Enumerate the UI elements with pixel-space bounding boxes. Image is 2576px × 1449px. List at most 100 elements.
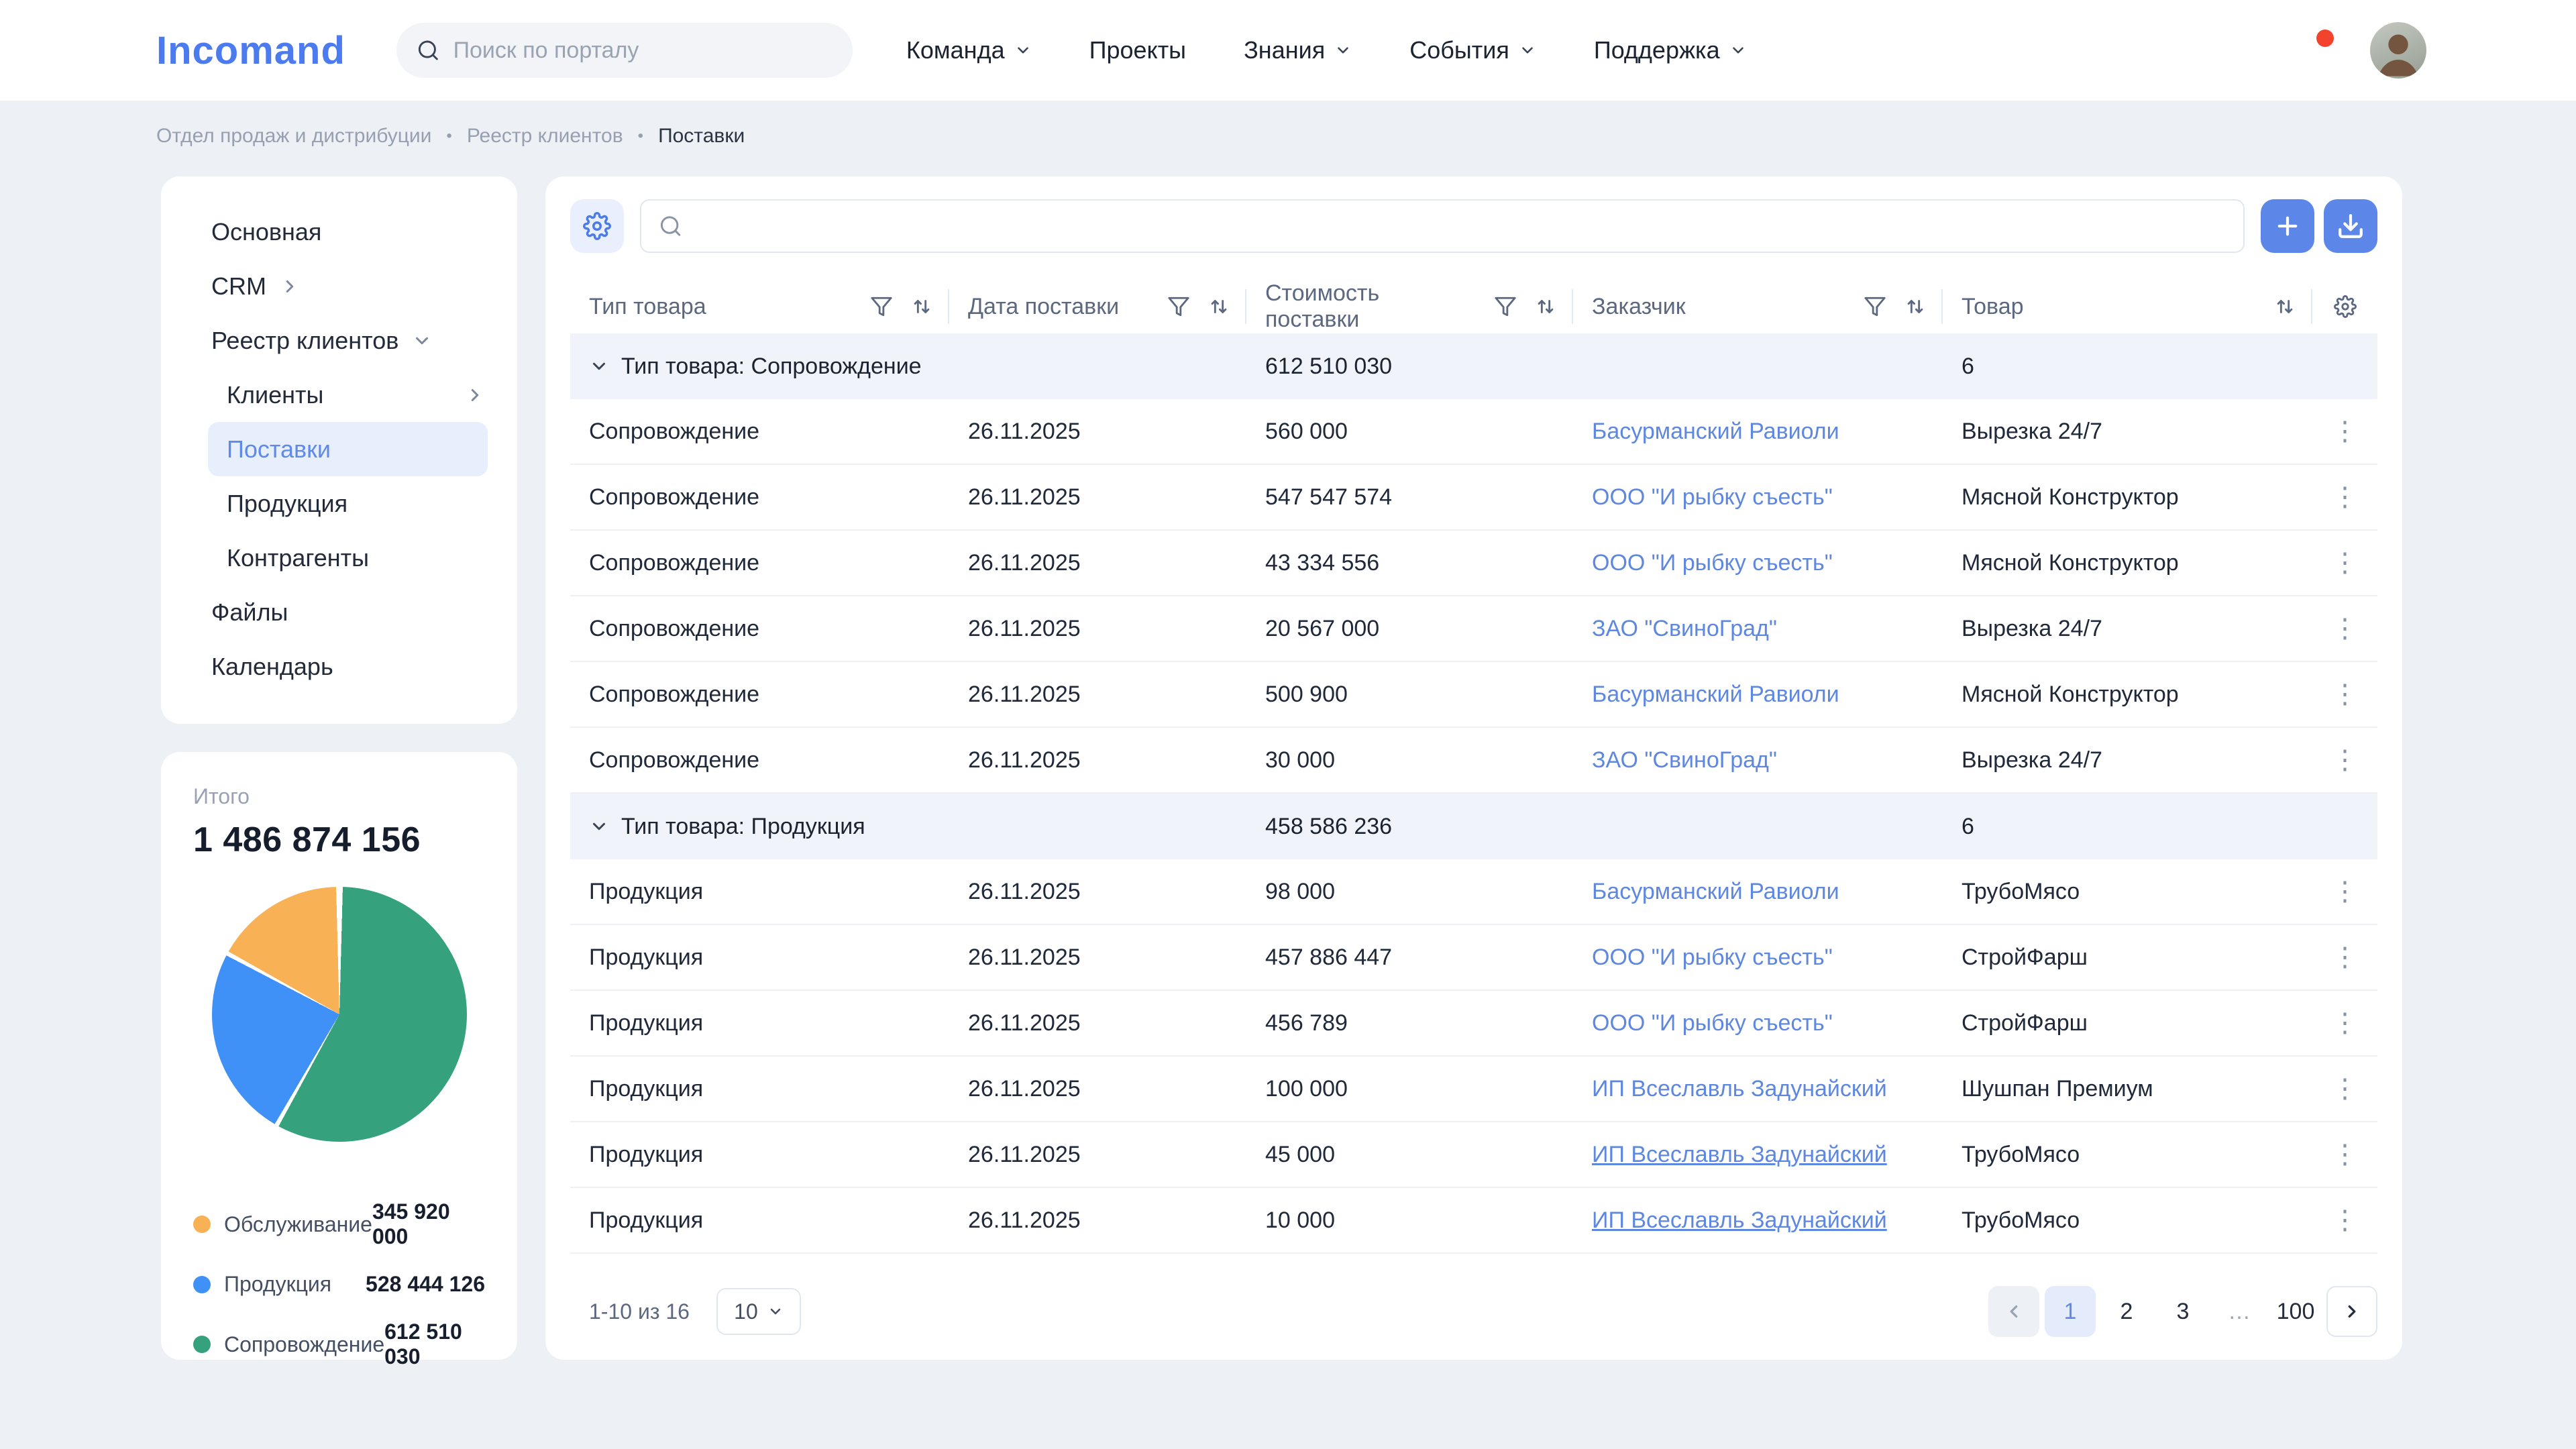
sort-icon[interactable] [1904, 295, 1927, 318]
page-size-select[interactable]: 10 [716, 1288, 801, 1335]
export-button[interactable] [2324, 199, 2377, 253]
breadcrumb-current: Поставки [658, 125, 745, 147]
table-search-input[interactable] [694, 213, 2226, 239]
legend-swatch-support [193, 1336, 211, 1353]
page-button-3[interactable]: 3 [2157, 1286, 2208, 1337]
customer-link[interactable]: ООО "И рыбку съесть" [1592, 1010, 1833, 1036]
table-row[interactable]: Продукция 26.11.2025 10 000 ИП Всеславль… [570, 1188, 2377, 1254]
nav-item-support[interactable]: Поддержка [1594, 36, 1747, 64]
group-row-support[interactable]: Тип товара: Сопровождение 612 510 030 6 [570, 333, 2377, 399]
gear-icon[interactable] [2334, 295, 2357, 318]
table-row[interactable]: Сопровождение 26.11.2025 560 000 Басурма… [570, 399, 2377, 465]
breadcrumb-separator: • [446, 127, 452, 145]
customer-link[interactable]: ООО "И рыбку съесть" [1592, 484, 1833, 510]
sidebar-item-crm[interactable]: CRM [161, 259, 517, 313]
sidebar-item-counterparties[interactable]: Контрагенты [161, 531, 517, 585]
filter-icon[interactable] [1494, 295, 1517, 318]
group-count: 6 [1962, 813, 1974, 839]
notifications-button[interactable] [2296, 30, 2334, 68]
table-row[interactable]: Продукция 26.11.2025 456 789 ООО "И рыбк… [570, 991, 2377, 1057]
gear-icon [583, 212, 611, 240]
pie-chart [211, 887, 467, 1142]
table-row[interactable]: Продукция 26.11.2025 457 886 447 ООО "И … [570, 925, 2377, 991]
top-bar: Incomand Команда Проекты Знания События … [0, 0, 2576, 101]
row-menu-icon[interactable]: ⋮ [2322, 677, 2368, 712]
supplies-panel: Тип товара Дата поставки Стоимость поста… [545, 176, 2402, 1360]
customer-link[interactable]: Басурманский Равиоли [1592, 879, 1839, 904]
breadcrumb-registry[interactable]: Реестр клиентов [467, 125, 623, 148]
sidebar-item-supplies[interactable]: Поставки [208, 422, 488, 476]
customer-link[interactable]: ИП Всеславль Задунайский [1592, 1142, 1887, 1167]
row-menu-icon[interactable]: ⋮ [2322, 545, 2368, 580]
page-button-2[interactable]: 2 [2101, 1286, 2152, 1337]
customer-link[interactable]: ООО "И рыбку съесть" [1592, 945, 1833, 970]
sort-icon[interactable] [2273, 295, 2296, 318]
portal-search-input[interactable] [453, 37, 833, 64]
sort-icon[interactable] [910, 295, 933, 318]
row-menu-icon[interactable]: ⋮ [2322, 1071, 2368, 1106]
user-avatar[interactable] [2370, 22, 2426, 78]
chevron-left-icon [2004, 1301, 2024, 1322]
table-search[interactable] [640, 199, 2245, 253]
page-button-1[interactable]: 1 [2045, 1286, 2096, 1337]
customer-link[interactable]: ИП Всеславль Задунайский [1592, 1208, 1887, 1233]
table-settings-button[interactable] [570, 199, 624, 253]
breadcrumb-department[interactable]: Отдел продаж и дистрибуции [156, 125, 431, 148]
next-page-button[interactable] [2326, 1286, 2377, 1337]
nav-item-projects[interactable]: Проекты [1089, 36, 1186, 64]
group-row-products[interactable]: Тип товара: Продукция 458 586 236 6 [570, 794, 2377, 859]
add-record-button[interactable] [2261, 199, 2314, 253]
row-menu-icon[interactable]: ⋮ [2322, 414, 2368, 449]
legend-item: Продукция 528 444 126 [193, 1272, 485, 1297]
table-row[interactable]: Сопровождение 26.11.2025 30 000 ЗАО "Сви… [570, 728, 2377, 794]
chevron-down-icon[interactable] [589, 816, 609, 837]
row-menu-icon[interactable]: ⋮ [2322, 1137, 2368, 1172]
filter-icon[interactable] [1864, 295, 1886, 318]
chevron-down-icon [412, 331, 432, 351]
table-row[interactable]: Продукция 26.11.2025 100 000 ИП Всеславл… [570, 1057, 2377, 1122]
row-menu-icon[interactable]: ⋮ [2322, 1006, 2368, 1040]
table-row[interactable]: Продукция 26.11.2025 98 000 Басурманский… [570, 859, 2377, 925]
pagination-range: 1-10 из 16 [589, 1299, 690, 1324]
prev-page-button[interactable] [1988, 1286, 2039, 1337]
row-menu-icon[interactable]: ⋮ [2322, 743, 2368, 777]
sort-icon[interactable] [1534, 295, 1557, 318]
download-icon [2337, 212, 2365, 240]
row-menu-icon[interactable]: ⋮ [2322, 1203, 2368, 1238]
customer-link[interactable]: ЗАО "СвиноГрад" [1592, 616, 1777, 641]
row-menu-icon[interactable]: ⋮ [2322, 940, 2368, 975]
nav-item-team[interactable]: Команда [906, 36, 1032, 64]
table-row[interactable]: Сопровождение 26.11.2025 20 567 000 ЗАО … [570, 596, 2377, 662]
chevron-down-icon[interactable] [589, 356, 609, 376]
table-row[interactable]: Сопровождение 26.11.2025 43 334 556 ООО … [570, 531, 2377, 596]
portal-search[interactable] [396, 23, 853, 78]
row-menu-icon[interactable]: ⋮ [2322, 611, 2368, 646]
nav-item-knowledge[interactable]: Знания [1244, 36, 1352, 64]
row-menu-icon[interactable]: ⋮ [2322, 874, 2368, 909]
table-row[interactable]: Сопровождение 26.11.2025 547 547 574 ООО… [570, 465, 2377, 531]
table-row[interactable]: Продукция 26.11.2025 45 000 ИП Всеславль… [570, 1122, 2377, 1188]
sidebar-item-files[interactable]: Файлы [161, 585, 517, 639]
sidebar-item-client-registry[interactable]: Реестр клиентов [161, 313, 517, 368]
row-menu-icon[interactable]: ⋮ [2322, 480, 2368, 515]
customer-link[interactable]: ООО "И рыбку съесть" [1592, 550, 1833, 576]
sidebar-item-clients[interactable]: Клиенты [161, 368, 517, 422]
search-icon [659, 214, 682, 238]
sidebar-item-products[interactable]: Продукция [161, 476, 517, 531]
sidebar-item-main[interactable]: Основная [161, 205, 517, 259]
table-header: Тип товара Дата поставки Стоимость поста… [570, 280, 2377, 333]
page-button-100[interactable]: 100 [2270, 1286, 2321, 1337]
nav-item-events[interactable]: События [1409, 36, 1536, 64]
sidebar: Основная CRM Реестр клиентов Клиенты Пос… [161, 176, 517, 724]
filter-icon[interactable] [1167, 295, 1190, 318]
filter-icon[interactable] [870, 295, 893, 318]
customer-link[interactable]: ИП Всеславль Задунайский [1592, 1076, 1887, 1102]
app-logo[interactable]: Incomand [156, 28, 345, 73]
sidebar-item-calendar[interactable]: Календарь [161, 639, 517, 694]
table-row[interactable]: Сопровождение 26.11.2025 500 900 Басурма… [570, 662, 2377, 728]
pagination-bar: 1-10 из 16 10 1 2 3 … 100 [570, 1267, 2377, 1346]
customer-link[interactable]: ЗАО "СвиноГрад" [1592, 747, 1777, 773]
customer-link[interactable]: Басурманский Равиоли [1592, 682, 1839, 707]
sort-icon[interactable] [1208, 295, 1230, 318]
customer-link[interactable]: Басурманский Равиоли [1592, 419, 1839, 444]
